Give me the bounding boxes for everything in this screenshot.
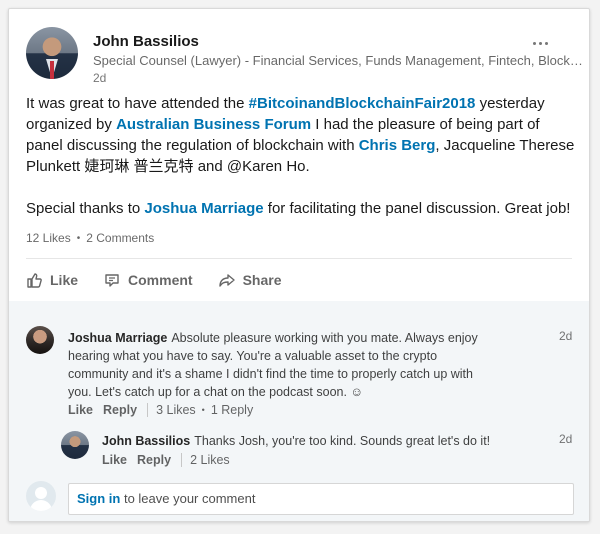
post-text-part: It was great to have attended the	[26, 95, 249, 112]
guest-avatar	[26, 481, 56, 511]
post-paragraph-1: It was great to have attended the #Bitco…	[26, 93, 576, 177]
actions-divider	[26, 258, 572, 259]
signin-text: to leave your comment	[120, 491, 256, 506]
post-time: 2d	[93, 71, 107, 85]
commenter-avatar[interactable]	[26, 326, 54, 354]
post-text: It was great to have attended the #Bitco…	[26, 93, 576, 219]
comments-section: Joshua Marriage Absolute pleasure working…	[9, 301, 589, 521]
likes-count[interactable]: 12 Likes	[26, 231, 71, 245]
share-button[interactable]: Share	[218, 272, 282, 288]
comment-reply-button[interactable]: Reply	[103, 403, 137, 417]
reply-likes-count[interactable]: 2 Likes	[190, 453, 230, 467]
comment-signin-box[interactable]: Sign in to leave your comment	[68, 483, 574, 515]
sign-in-link[interactable]: Sign in	[77, 491, 120, 506]
comment-body: Joshua Marriage Absolute pleasure working…	[68, 329, 498, 401]
post-text-part: for facilitating the panel discussion. G…	[263, 200, 571, 217]
comment-icon	[105, 274, 119, 287]
comment-item: Joshua Marriage Absolute pleasure working…	[9, 301, 589, 417]
comment-like-button[interactable]: Like	[68, 403, 93, 417]
share-icon	[218, 274, 235, 287]
reply-item: John Bassilios Thanks Josh, you're too ki…	[9, 421, 589, 471]
thumbs-up-icon	[27, 273, 42, 288]
reply-text: Thanks Josh, you're too kind. Sounds gre…	[194, 434, 491, 448]
reply-like-button[interactable]: Like	[102, 453, 127, 467]
action-bar: Like Comment Share	[26, 265, 282, 295]
count-separator: •	[201, 405, 205, 415]
replier-avatar[interactable]	[61, 431, 89, 459]
hashtag-link[interactable]: #BitcoinandBlockchainFair2018	[249, 95, 476, 112]
more-options-icon[interactable]	[529, 35, 551, 51]
post-card: John Bassilios Special Counsel (Lawyer) …	[8, 8, 590, 522]
avatar-head	[35, 487, 47, 499]
like-label: Like	[50, 272, 79, 288]
like-button[interactable]: Like	[26, 272, 78, 288]
avatar-body	[30, 500, 52, 511]
comment-time: 2d	[559, 329, 573, 343]
mention-link-joshua-marriage[interactable]: Joshua Marriage	[144, 200, 263, 217]
comment-button[interactable]: Comment	[104, 272, 193, 288]
comment-actions: Like Reply 3 Likes • 1 Reply	[68, 403, 253, 417]
post-paragraph-2: Special thanks to Joshua Marriage for fa…	[26, 198, 576, 219]
comment-replies-count[interactable]: 1 Reply	[211, 403, 253, 417]
author-avatar[interactable]	[26, 27, 78, 79]
count-separator: •	[76, 232, 81, 244]
reply-reply-button[interactable]: Reply	[137, 453, 171, 467]
mention-link-chris-berg[interactable]: Chris Berg	[359, 137, 436, 154]
post-header: John Bassilios Special Counsel (Lawyer) …	[26, 27, 583, 87]
author-title: Special Counsel (Lawyer) - Financial Ser…	[93, 53, 583, 68]
reply-time: 2d	[559, 432, 573, 446]
reply-body: John Bassilios Thanks Josh, you're too ki…	[102, 432, 542, 450]
org-link[interactable]: Australian Business Forum	[116, 116, 311, 133]
share-label: Share	[242, 272, 282, 288]
reply-author[interactable]: John Bassilios	[102, 434, 190, 448]
comments-count[interactable]: 2 Comments	[86, 231, 154, 245]
post-text-part: Special thanks to	[26, 200, 145, 217]
action-separator	[181, 453, 183, 467]
comment-label: Comment	[128, 272, 193, 288]
avatar-tie	[50, 61, 54, 79]
social-counts: 12 Likes • 2 Comments	[26, 231, 154, 245]
author-name[interactable]: John Bassilios	[93, 33, 199, 50]
comment-author[interactable]: Joshua Marriage	[68, 331, 167, 345]
action-separator	[147, 403, 149, 417]
reply-actions: Like Reply 2 Likes	[102, 453, 230, 467]
comment-likes-count[interactable]: 3 Likes	[156, 403, 196, 417]
